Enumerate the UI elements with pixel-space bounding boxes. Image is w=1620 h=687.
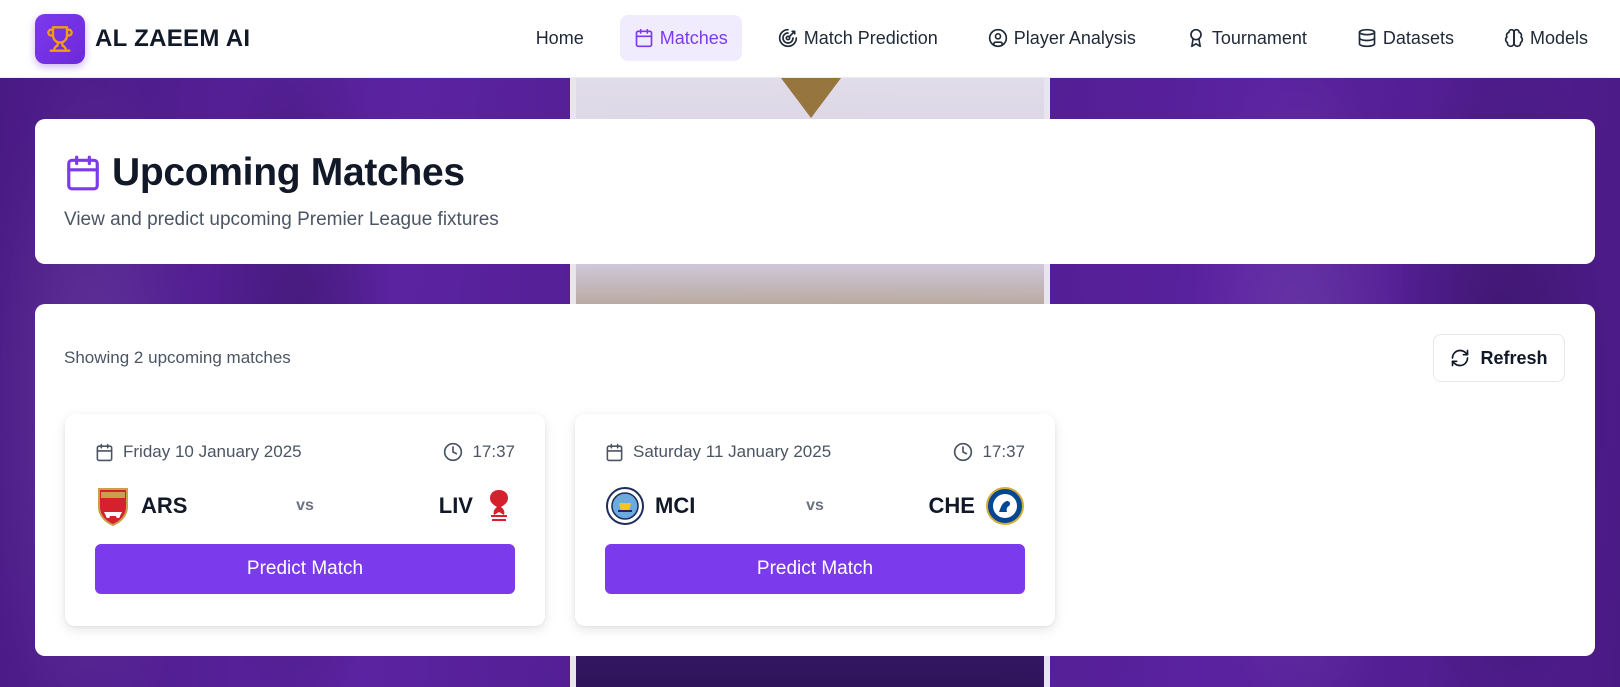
away-team: CHE (895, 486, 1025, 526)
away-team-code: CHE (928, 493, 975, 518)
matches-list-card: Showing 2 upcoming matches Refresh Frida… (35, 304, 1595, 656)
page-title: Upcoming Matches (112, 151, 465, 194)
nav-item-label: Home (535, 27, 584, 48)
match-time: 17:37 (982, 442, 1025, 461)
match-time: 17:37 (472, 442, 515, 461)
arsenal-crest-icon (95, 486, 131, 526)
nav-item-label: Player Analysis (1013, 27, 1136, 48)
home-team-code: MCI (655, 493, 696, 518)
predict-match-button[interactable]: Predict Match (95, 544, 515, 594)
home-team-code: ARS (141, 493, 188, 518)
nav-item-label: Match Prediction (803, 27, 938, 48)
trophy-icon (35, 13, 85, 64)
match-date: Friday 10 January 2025 (123, 442, 302, 461)
predict-match-button[interactable]: Predict Match (605, 544, 1025, 594)
nav-item-match-prediction[interactable]: Match Prediction (764, 15, 952, 61)
nav-item-matches[interactable]: Matches (619, 15, 742, 61)
calendar-icon (635, 28, 653, 48)
top-navbar: AL ZAEEM AI Home Matches Match Predictio… (0, 0, 1620, 78)
refresh-icon (1452, 349, 1469, 367)
nav-item-player-analysis[interactable]: Player Analysis (974, 15, 1150, 61)
liverpool-crest-icon (483, 486, 515, 526)
nav-item-tournament[interactable]: Tournament (1172, 15, 1321, 61)
calendar-icon (67, 155, 99, 191)
calendar-icon (96, 443, 113, 461)
calendar-icon (606, 443, 623, 461)
nav-item-home[interactable]: Home (522, 15, 598, 61)
nav-item-label: Tournament (1211, 27, 1307, 48)
nav-item-models[interactable]: Models (1490, 15, 1602, 61)
brain-icon (1504, 28, 1524, 48)
nav-item-label: Datasets (1382, 27, 1454, 48)
user-circle-icon (988, 28, 1007, 48)
away-team: LIV (385, 486, 515, 526)
nav-item-label: Models (1529, 27, 1588, 48)
main-nav: Home Matches Match Prediction Player Ana… (500, 15, 1602, 61)
award-icon (1190, 28, 1202, 48)
database-icon (1358, 28, 1376, 48)
crest-star (781, 78, 841, 118)
clock-icon (444, 442, 463, 462)
match-count-text: Showing 2 upcoming matches (64, 348, 291, 367)
brand[interactable]: AL ZAEEM AI (35, 13, 251, 64)
refresh-button[interactable]: Refresh (1433, 334, 1565, 382)
match-card: Friday 10 January 2025 17:37 ARS vs LIV … (65, 414, 545, 626)
vs-label: vs (806, 497, 824, 514)
chelsea-crest-icon (985, 486, 1025, 526)
away-team-code: LIV (438, 493, 473, 518)
brand-name: AL ZAEEM AI (95, 24, 251, 52)
target-icon (778, 28, 797, 48)
home-team: MCI (605, 486, 735, 526)
match-date: Saturday 11 January 2025 (633, 442, 832, 461)
nav-item-label: Matches (659, 27, 728, 48)
refresh-label: Refresh (1480, 347, 1548, 368)
page-subtitle: View and predict upcoming Premier League… (64, 209, 499, 230)
man-city-crest-icon (605, 486, 645, 526)
vs-label: vs (296, 497, 314, 514)
page-header-card: Upcoming Matches View and predict upcomi… (35, 119, 1595, 264)
nav-item-datasets[interactable]: Datasets (1343, 15, 1468, 61)
home-team: ARS (95, 486, 225, 526)
clock-icon (954, 442, 973, 462)
match-card: Saturday 11 January 2025 17:37 MCI vs CH… (575, 414, 1055, 626)
